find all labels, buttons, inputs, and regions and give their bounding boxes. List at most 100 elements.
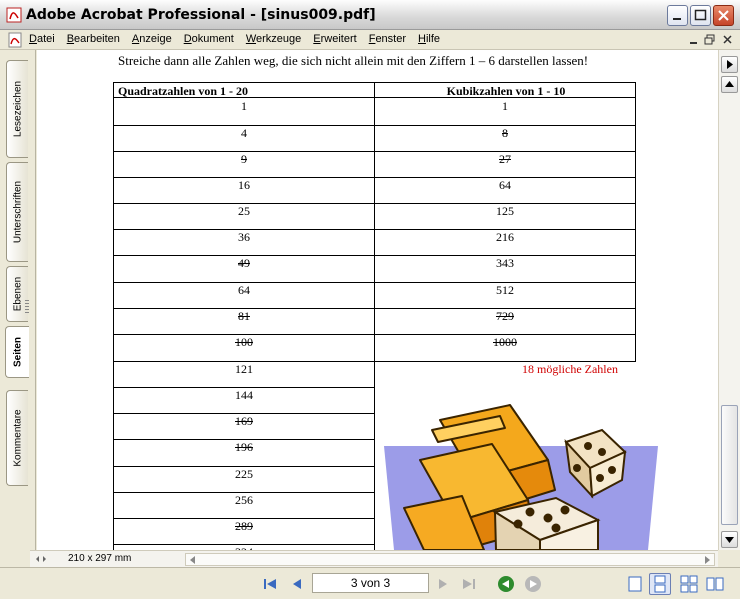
menu-fenster[interactable]: Fenster [369, 33, 406, 45]
facing-view-button[interactable] [704, 573, 726, 595]
pdf-document-icon[interactable] [7, 32, 23, 48]
tab-unterschriften-label: Unterschriften [12, 180, 23, 244]
facing-continuous-view-button[interactable] [678, 573, 700, 595]
first-page-icon [264, 579, 276, 589]
scroll-corner [718, 550, 740, 567]
cube-number-cell: 27 [499, 152, 511, 166]
acrobat-app-icon [6, 7, 22, 23]
close-button[interactable] [713, 5, 734, 26]
tab-seiten-label: Seiten [12, 336, 23, 368]
cube-number-cell: 343 [496, 256, 514, 270]
close-icon [718, 10, 729, 21]
cube-number-cell: 1000 [493, 335, 517, 349]
panel-grip[interactable] [25, 300, 29, 314]
square-number-cell: 256 [235, 493, 253, 507]
next-page-icon [439, 579, 447, 589]
triangle-right-icon [727, 60, 733, 69]
tab-kommentare-label: Kommentare [12, 409, 23, 467]
cube-number-cell: 512 [496, 283, 514, 297]
square-number-cell: 1 [241, 99, 247, 113]
forward-icon [525, 576, 541, 592]
cube-number-cell: 729 [496, 309, 514, 323]
square-number-cell: 81 [238, 309, 250, 323]
cube-number-cell: 125 [496, 204, 514, 218]
last-page-icon [463, 579, 475, 589]
prev-page-icon [293, 579, 301, 589]
page-number-field[interactable]: 3 von 3 [312, 573, 429, 593]
maximize-icon [694, 9, 707, 21]
tab-seiten[interactable]: Seiten [5, 326, 29, 378]
last-page-button[interactable] [460, 575, 478, 593]
cube-number-cell: 216 [496, 230, 514, 244]
menu-bearbeiten[interactable]: Bearbeiten [67, 33, 120, 45]
doc-minimize-icon [690, 42, 697, 44]
split-handle-icon[interactable] [34, 553, 48, 566]
doc-minimize-button[interactable] [686, 33, 702, 47]
next-page-button[interactable] [434, 575, 452, 593]
menu-dokument[interactable]: Dokument [184, 33, 234, 45]
doc-restore-icon [704, 34, 715, 45]
facing-pages-icon [706, 577, 724, 591]
triangle-up-icon [725, 81, 734, 87]
scroll-left-icon[interactable] [188, 555, 198, 565]
square-number-cell: 36 [238, 230, 250, 244]
possible-count-note: 18 mögliche Zahlen [522, 362, 618, 376]
single-page-view-button[interactable] [624, 573, 646, 595]
table-column-line [635, 82, 636, 361]
square-number-cell: 100 [235, 335, 253, 349]
menu-bar: Datei Bearbeiten Anzeige Dokument Werkze… [0, 30, 740, 50]
square-number-cell: 289 [235, 519, 253, 533]
square-number-cell: 4 [241, 126, 247, 140]
minimize-button[interactable] [667, 5, 688, 26]
tab-lesezeichen[interactable]: Lesezeichen [6, 60, 28, 158]
triangle-down-icon [725, 537, 734, 543]
menu-erweitert[interactable]: Erweitert [313, 33, 356, 45]
prev-page-button[interactable] [288, 575, 306, 593]
status-bar: 3 von 3 [0, 567, 740, 599]
window-title: Adobe Acrobat Professional - [sinus009.p… [26, 7, 376, 23]
scroll-up-button[interactable] [721, 76, 738, 93]
horizontal-scrollbar-area: 210 x 297 mm [30, 550, 718, 567]
maximize-button[interactable] [690, 5, 711, 26]
col1-header: Quadratzahlen von 1 - 20 [118, 84, 249, 98]
single-page-icon [628, 576, 642, 592]
back-icon [498, 576, 514, 592]
horizontal-scroll-track[interactable] [185, 553, 715, 566]
square-number-cell: 64 [238, 283, 250, 297]
square-number-cell: 121 [235, 362, 253, 376]
scroll-right-icon[interactable] [702, 555, 712, 565]
scroll-down-button[interactable] [721, 531, 738, 548]
instruction-text: Streiche dann alle Zahlen weg, die sich … [118, 53, 589, 68]
first-page-button[interactable] [261, 575, 279, 593]
tab-lesezeichen-label: Lesezeichen [12, 80, 23, 138]
continuous-page-icon [654, 575, 666, 593]
tab-unterschriften[interactable]: Unterschriften [6, 162, 28, 262]
split-arrow-button[interactable] [721, 56, 738, 73]
gold-dice-illustration [384, 404, 658, 550]
col2-header: Kubikzahlen von 1 - 10 [446, 84, 566, 98]
square-number-cell: 225 [235, 467, 253, 481]
menu-anzeige[interactable]: Anzeige [132, 33, 172, 45]
doc-close-button[interactable] [720, 33, 736, 47]
square-number-cell: 169 [235, 414, 253, 428]
square-number-cell: 9 [241, 152, 247, 166]
scroll-thumb[interactable] [721, 405, 738, 525]
navigation-panel: Lesezeichen Unterschriften Ebenen Seiten… [0, 50, 36, 567]
tab-ebenen-label: Ebenen [12, 276, 23, 312]
menu-hilfe[interactable]: Hilfe [418, 33, 440, 45]
forward-button[interactable] [524, 575, 542, 593]
vertical-scrollbar[interactable] [718, 50, 740, 550]
square-number-cell: 144 [235, 388, 253, 402]
back-button[interactable] [497, 575, 515, 593]
square-number-cell: 25 [238, 204, 250, 218]
cube-number-cell: 8 [502, 126, 508, 140]
doc-close-icon [723, 35, 732, 44]
menu-werkzeuge[interactable]: Werkzeuge [246, 33, 301, 45]
square-number-cell: 16 [238, 178, 250, 192]
menu-datei[interactable]: Datei [29, 33, 55, 45]
cube-number-cell: 1 [502, 99, 508, 113]
tab-kommentare[interactable]: Kommentare [6, 390, 28, 486]
continuous-view-button[interactable] [649, 573, 671, 595]
title-bar: Adobe Acrobat Professional - [sinus009.p… [0, 0, 740, 30]
doc-restore-button[interactable] [702, 33, 718, 47]
